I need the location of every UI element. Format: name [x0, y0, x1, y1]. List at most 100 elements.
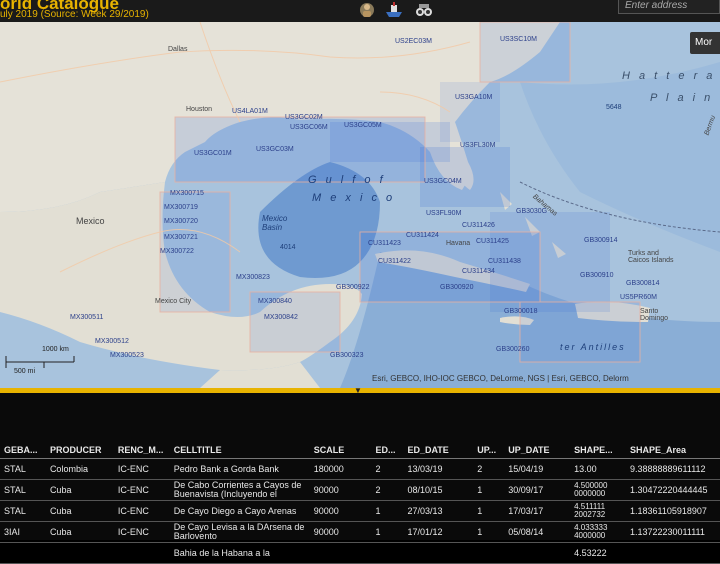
column-header[interactable]: SCALE [309, 441, 372, 459]
basemap-graphic [0, 22, 720, 388]
address-search-input[interactable] [618, 0, 720, 14]
column-header[interactable]: SHAPE... [570, 441, 626, 459]
map-view[interactable]: G u l f o f M e x i c o H a t t e r a s … [0, 22, 720, 388]
sea-label-mexico: M e x i c o [312, 192, 396, 204]
cell-scale: 180000 [309, 458, 372, 480]
cell-label[interactable]: GB300914 [584, 237, 617, 244]
cell-geba: 3IAI [0, 521, 46, 543]
cell-label[interactable]: US3GC04M [424, 178, 462, 185]
place-mexico: Mexico [76, 216, 105, 226]
more-button[interactable]: Mor [690, 32, 720, 54]
cell-renc [113, 542, 170, 564]
cell-label[interactable]: CU311425 [476, 238, 509, 245]
cell-ed: 1 [371, 521, 404, 543]
cell-label[interactable]: CU311422 [378, 258, 411, 265]
cell-label[interactable]: CU311438 [488, 258, 521, 265]
cell-scale: 90000 [309, 521, 372, 543]
cell-label[interactable]: CU311423 [368, 240, 401, 247]
cell-up: 1 [473, 500, 505, 522]
cell-label[interactable]: US3FL30M [460, 142, 495, 149]
column-header[interactable]: RENC_M... [113, 441, 170, 459]
cell-ed: 2 [371, 479, 404, 501]
cell-ed-date: 08/10/15 [403, 479, 474, 501]
cell-celltitle: Bahia de la Habana a la [169, 542, 310, 564]
cell-label[interactable]: CU311434 [462, 268, 495, 275]
table-row[interactable]: STAL Cuba IC-ENC De Cabo Corrientes a Ca… [0, 479, 720, 501]
cell-shape-area: 9.38888889611112 [625, 458, 720, 480]
table-row[interactable]: Bahia de la Habana a la 4.53222 [0, 542, 720, 564]
cell-label[interactable]: GB300018 [504, 308, 537, 315]
cell-label[interactable]: MX300840 [258, 298, 292, 305]
label-turks-caicos: Turks and Caicos Islands [628, 250, 674, 264]
cell-producer: Cuba [45, 521, 114, 543]
cell-label[interactable]: US4LA01M [232, 108, 268, 115]
cell-up-date: 05/08/14 [504, 521, 571, 543]
label-plain: P l a i n [650, 92, 714, 104]
cell-label[interactable]: US2EC03M [395, 38, 432, 45]
attribute-table: GEBA... PRODUCER RENC_M... CELLTITLE SCA… [0, 441, 720, 564]
ship-icon[interactable] [384, 1, 404, 19]
cell-label[interactable]: GB300920 [440, 284, 473, 291]
column-header[interactable]: GEBA... [0, 441, 46, 459]
cell-label[interactable]: US3GC06M [290, 124, 328, 131]
cell-label[interactable]: US3GC03M [256, 146, 294, 153]
table-row[interactable]: 3IAI Cuba IC-ENC De Cayo Levisa a la DAr… [0, 521, 720, 543]
top-bar: orld Catalogue uly 2019 (Source: Week 29… [0, 0, 720, 22]
cell-label[interactable]: MX300720 [164, 218, 198, 225]
cell-label[interactable]: MX300721 [164, 234, 198, 241]
cell-shape: 4.511111 2002732 [570, 500, 626, 522]
cell-label[interactable]: MX300823 [236, 274, 270, 281]
place-santo-domingo: Santo Domingo [640, 308, 669, 322]
cell-label[interactable]: GB300922 [336, 284, 369, 291]
cell-label[interactable]: MX300722 [160, 248, 194, 255]
table-row[interactable]: STAL Cuba IC-ENC De Cayo Diego a Cayo Ar… [0, 500, 720, 522]
column-header[interactable]: ED... [371, 441, 404, 459]
cell-label[interactable]: US3GC02M [285, 114, 323, 121]
cell-geba [0, 542, 46, 564]
cell-scale [309, 542, 372, 564]
cell-label[interactable]: US3FL90M [426, 210, 461, 217]
cell-label[interactable]: CU311424 [406, 232, 439, 239]
cell-renc: IC-ENC [113, 500, 170, 522]
place-mexico-city: Mexico City [155, 298, 192, 305]
label-hatteras: H a t t e r a s [622, 70, 720, 82]
cell-label[interactable]: GB300910 [580, 272, 613, 279]
cell-label[interactable]: US3SC10M [500, 36, 537, 43]
cell-celltitle: De Cayo Levisa a la DArsena de Barlovent… [169, 521, 310, 543]
column-header[interactable]: CELLTITLE [169, 441, 310, 459]
cell-label[interactable]: MX300511 [70, 314, 103, 321]
cell-ed-date: 17/01/12 [403, 521, 474, 543]
cell-ed-date: 27/03/13 [403, 500, 474, 522]
cell-label[interactable]: MX300715 [170, 190, 204, 197]
cell-producer: Colombia [45, 458, 114, 480]
cell-shape: 4.53222 [570, 542, 626, 564]
globe-person-icon[interactable] [358, 1, 378, 19]
table-row[interactable]: STAL Colombia IC-ENC Pedro Bank a Gorda … [0, 458, 720, 480]
cell-label[interactable]: GB300323 [330, 352, 363, 359]
cell-label[interactable]: MX300512 [95, 338, 129, 345]
column-header[interactable]: ED_DATE [403, 441, 474, 459]
cell-label[interactable]: US3GC05M [344, 122, 382, 129]
cell-label[interactable]: GB300814 [626, 280, 659, 287]
column-header[interactable]: UP_DATE [504, 441, 571, 459]
cell-label[interactable]: GB3030G [516, 208, 547, 215]
column-header[interactable]: UP... [473, 441, 505, 459]
binoculars-icon[interactable] [414, 1, 434, 19]
column-header[interactable]: PRODUCER [45, 441, 114, 459]
cell-ed [371, 542, 404, 564]
cell-label[interactable]: US5PR60M [620, 294, 657, 301]
sea-label-gulf: G u l f o f [308, 174, 386, 186]
cell-shape: 4.033333 4000000 [570, 521, 626, 543]
place-houston: Houston [186, 106, 213, 113]
cell-label[interactable]: MX300719 [164, 204, 198, 211]
cell-up-date: 15/04/19 [504, 458, 571, 480]
cell-renc: IC-ENC [113, 521, 170, 543]
cell-label[interactable]: MX300523 [110, 352, 144, 359]
cell-label[interactable]: CU311426 [462, 222, 495, 229]
cell-shape-area: 1.30472220444445 [625, 479, 720, 501]
cell-label[interactable]: US3GA10M [455, 94, 492, 101]
cell-label[interactable]: GB300260 [496, 346, 529, 353]
column-header[interactable]: SHAPE_Area [625, 441, 720, 459]
cell-label[interactable]: US3GC01M [194, 150, 232, 157]
cell-label[interactable]: MX300842 [264, 314, 298, 321]
